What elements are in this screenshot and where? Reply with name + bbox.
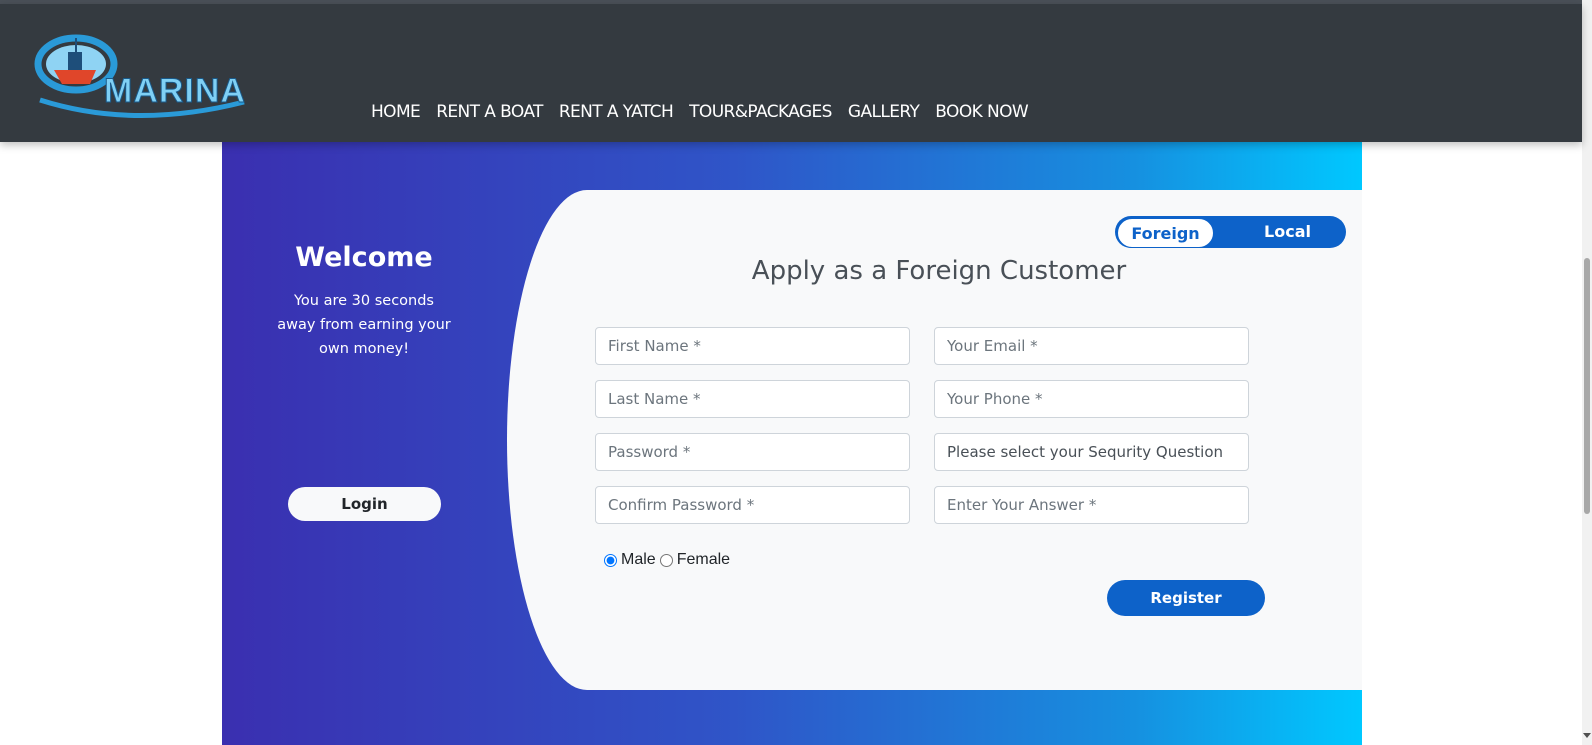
gender-group: Male Female [604, 551, 734, 569]
tab-foreign[interactable]: Foreign [1117, 218, 1214, 248]
page-scrollbar[interactable] [1582, 0, 1592, 745]
male-radio[interactable] [604, 553, 617, 567]
registration-panel: Welcome You are 30 seconds away from ear… [222, 142, 1362, 745]
nav-rent-a-yatch[interactable]: RENT A YATCH [559, 102, 674, 122]
last-name-input[interactable] [595, 380, 910, 418]
marina-logo[interactable]: MARINA [34, 30, 250, 122]
login-button[interactable]: Login [288, 487, 441, 521]
scroll-down-arrow-icon[interactable] [1583, 733, 1591, 738]
welcome-section: Welcome You are 30 seconds away from ear… [222, 242, 506, 361]
logo-text: MARINA [104, 72, 246, 111]
register-button[interactable]: Register [1107, 580, 1265, 616]
password-input[interactable] [595, 433, 910, 471]
nav-rent-a-boat[interactable]: RENT A BOAT [436, 102, 543, 122]
nav-gallery[interactable]: GALLERY [848, 102, 920, 122]
answer-input[interactable] [934, 486, 1249, 524]
male-label[interactable]: Male [621, 551, 656, 569]
welcome-title: Welcome [295, 242, 433, 273]
customer-type-toggle: Foreign Local [1115, 216, 1346, 248]
main-nav: HOME RENT A BOAT RENT A YATCH TOUR&PACKA… [371, 102, 1044, 122]
scrollbar-thumb[interactable] [1584, 258, 1590, 514]
confirm-password-input[interactable] [595, 486, 910, 524]
welcome-subtitle: You are 30 seconds away from earning you… [277, 293, 451, 357]
email-input[interactable] [934, 327, 1249, 365]
form-title: Apply as a Foreign Customer [751, 256, 1127, 286]
nav-home[interactable]: HOME [371, 102, 421, 122]
nav-book-now[interactable]: BOOK NOW [935, 102, 1028, 122]
tab-local[interactable]: Local [1229, 216, 1346, 248]
navbar: MARINA HOME RENT A BOAT RENT A YATCH TOU… [0, 4, 1582, 142]
nav-tour-packages[interactable]: TOUR&PACKAGES [689, 102, 832, 122]
female-label[interactable]: Female [677, 551, 730, 569]
security-question-select[interactable]: Please select your Sequrity Question [934, 433, 1249, 471]
female-radio[interactable] [659, 553, 673, 567]
phone-input[interactable] [934, 380, 1249, 418]
first-name-input[interactable] [595, 327, 910, 365]
